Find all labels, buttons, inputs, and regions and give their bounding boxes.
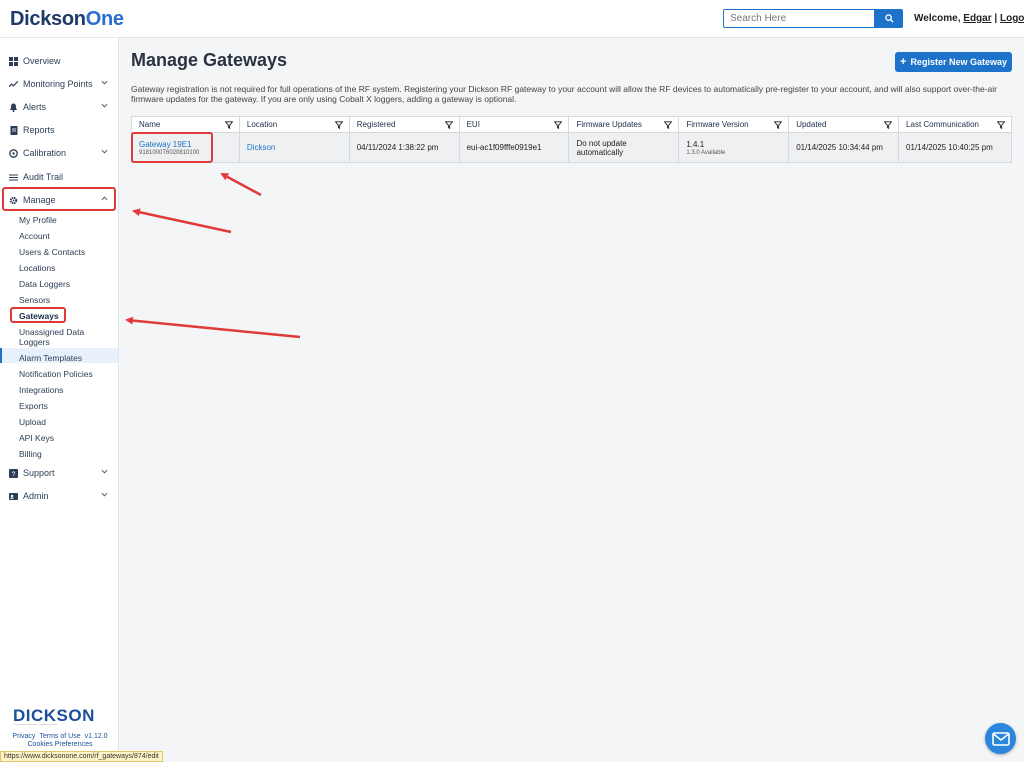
column-header-last-communication[interactable]: Last Communication	[898, 116, 1012, 133]
logout-link[interactable]: Logout	[1000, 13, 1024, 24]
privacy-link[interactable]: Privacy	[12, 733, 35, 740]
filter-icon[interactable]	[334, 121, 343, 129]
filter-icon[interactable]	[554, 121, 563, 129]
column-header-updated[interactable]: Updated	[788, 116, 900, 133]
gateways-table: Name Location Registered EUI Firmware Up…	[131, 116, 1012, 163]
welcome-text: Welcome, Edgar | Logout	[914, 13, 1024, 24]
plus-icon: +	[900, 56, 907, 68]
cell-firmware-updates: Do not update automatically	[568, 132, 680, 163]
sidebar-sub-billing[interactable]: Billing	[19, 449, 42, 459]
gateways-highlight-box	[10, 307, 66, 323]
filter-icon[interactable]	[997, 121, 1005, 129]
gauge-icon	[9, 148, 18, 158]
sidebar-sub-data-loggers[interactable]: Data Loggers	[19, 279, 70, 289]
filter-icon[interactable]	[664, 121, 673, 129]
cell-eui: eui-ac1f09fffe0919e1	[458, 132, 570, 163]
sidebar-item-support[interactable]: ? Support	[0, 464, 118, 482]
page-description: Gateway registration is not required for…	[131, 84, 997, 104]
manage-highlight-box	[2, 187, 116, 211]
sidebar-item-alerts[interactable]: Alerts	[0, 98, 118, 116]
column-header-registered[interactable]: Registered	[348, 116, 460, 133]
arrow-to-gateways	[125, 316, 301, 339]
chevron-down-icon	[101, 469, 108, 474]
status-bar-url: https://www.dicksonone.com/rf_gateways/8…	[0, 751, 163, 762]
annotation-arrows	[125, 172, 301, 339]
active-indicator	[0, 348, 2, 363]
filter-icon[interactable]	[774, 121, 783, 129]
sidebar-sub-account[interactable]: Account	[19, 231, 50, 241]
cell-firmware-version: 1.4.1 1.3.0 Available	[678, 132, 790, 163]
svg-text:?: ?	[12, 471, 16, 478]
sidebar-item-audit-trail[interactable]: Audit Trail	[0, 168, 118, 186]
version-label: v1.12.0	[84, 733, 108, 740]
column-header-location[interactable]: Location	[238, 116, 350, 133]
filter-icon[interactable]	[224, 121, 233, 129]
cell-location: Dickson	[238, 132, 350, 163]
arrow-to-manage	[132, 208, 232, 234]
sidebar-sub-exports[interactable]: Exports	[19, 401, 48, 411]
filter-icon[interactable]	[444, 121, 453, 129]
top-header: DicksonOne Welcome, Edgar | Logout	[0, 0, 1024, 38]
dickson-brand-logo: DICKSON	[13, 706, 95, 725]
sidebar-sub-my-profile[interactable]: My Profile	[19, 215, 57, 225]
list-icon	[9, 173, 18, 182]
table-row[interactable]: Gateway 19E1 9181000T6020810100 Dickson …	[131, 132, 1012, 163]
chevron-down-icon	[101, 80, 108, 85]
sidebar-sub-alarm-templates[interactable]: Alarm Templates	[19, 353, 82, 363]
document-icon	[9, 125, 18, 135]
cell-updated: 01/14/2025 10:34:44 pm	[788, 132, 900, 163]
bell-icon	[9, 103, 18, 112]
sidebar-sub-users-contacts[interactable]: Users & Contacts	[19, 247, 85, 257]
table-header-row: Name Location Registered EUI Firmware Up…	[131, 116, 1012, 133]
sidebar-item-calibration[interactable]: Calibration	[0, 144, 118, 162]
location-link[interactable]: Dickson	[247, 143, 275, 152]
filter-icon[interactable]	[884, 121, 893, 129]
search-button[interactable]	[875, 9, 903, 28]
sidebar-sub-unassigned-data-loggers[interactable]: Unassigned Data Loggers	[19, 327, 109, 347]
sidebar-item-monitoring-points[interactable]: Monitoring Points	[0, 75, 118, 93]
dashboard-icon	[9, 56, 18, 66]
chevron-down-icon	[101, 103, 108, 108]
dickson-brand-tagline: Environmental Monitoring & Compliance Ex…	[14, 724, 58, 726]
cell-last-communication: 01/14/2025 10:40:25 pm	[898, 132, 1012, 163]
trend-icon	[9, 80, 18, 89]
search-icon	[884, 14, 894, 23]
question-icon: ?	[9, 468, 18, 478]
sidebar-item-admin[interactable]: Admin	[0, 487, 118, 505]
sidebar-sub-upload[interactable]: Upload	[19, 417, 46, 427]
cell-registered: 04/11/2024 1:38:22 pm	[348, 132, 460, 163]
dicksonone-logo[interactable]: DicksonOne	[10, 8, 124, 31]
arrow-to-gateway-name	[220, 172, 262, 197]
sidebar-sub-api-keys[interactable]: API Keys	[19, 433, 54, 443]
column-header-eui[interactable]: EUI	[458, 116, 570, 133]
firmware-available-note: 1.3.0 Available	[686, 149, 726, 156]
sidebar-sub-integrations[interactable]: Integrations	[19, 385, 63, 395]
terms-link[interactable]: Terms of Use	[39, 733, 80, 740]
column-header-firmware-version[interactable]: Firmware Version	[678, 116, 790, 133]
column-header-name[interactable]: Name	[131, 116, 240, 133]
user-link[interactable]: Edgar	[963, 13, 991, 24]
gateway-name-highlight-box	[131, 132, 213, 163]
chevron-down-icon	[101, 492, 108, 497]
sidebar-item-overview[interactable]: Overview	[0, 52, 118, 70]
sidebar: Overview Monitoring Points Alerts Report…	[0, 38, 119, 762]
sidebar-sub-notification-policies[interactable]: Notification Policies	[19, 369, 93, 379]
column-header-firmware-updates[interactable]: Firmware Updates	[568, 116, 680, 133]
firmware-version-value: 1.4.1	[686, 139, 705, 149]
register-new-gateway-button[interactable]: + Register New Gateway	[895, 52, 1012, 72]
id-card-icon	[9, 492, 18, 501]
page-title: Manage Gateways	[131, 50, 288, 70]
search-input[interactable]	[723, 9, 875, 28]
sidebar-footer: Privacy Terms of Use v1.12.0 Cookies Prefe…	[8, 733, 112, 749]
sidebar-item-reports[interactable]: Reports	[0, 121, 118, 139]
sidebar-sub-locations[interactable]: Locations	[19, 263, 55, 273]
chat-support-button[interactable]	[985, 723, 1016, 754]
cookies-preferences-link[interactable]: Cookies Preferences	[28, 741, 93, 748]
chevron-down-icon	[101, 149, 108, 154]
envelope-icon	[991, 731, 1010, 746]
sidebar-sub-sensors[interactable]: Sensors	[19, 295, 50, 305]
